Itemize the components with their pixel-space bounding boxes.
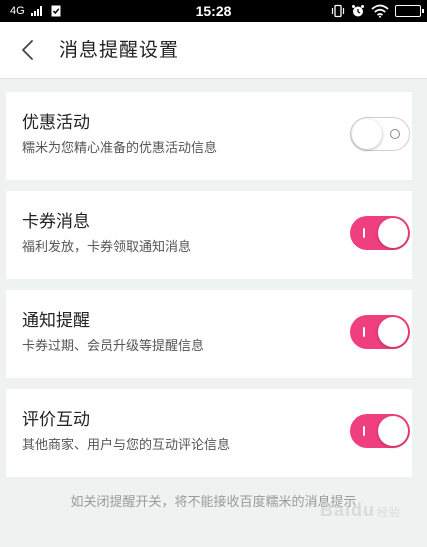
wifi-icon (371, 4, 389, 18)
footer-note: 如关闭提醒开关，将不能接收百度糯米的消息提示 (70, 495, 357, 510)
setting-title: 优惠活动 (22, 113, 90, 133)
battery-icon (395, 5, 424, 17)
setting-description: 糯米为您精心准备的优惠活动信息 (22, 141, 218, 156)
setting-card-review-interactions: 评价互动 其他商家、用户与您的互动评论信息 (6, 389, 412, 477)
toggle-knob (378, 416, 408, 446)
setting-description: 其他商家、用户与您的互动评论信息 (22, 438, 231, 453)
status-right (331, 3, 424, 19)
notification-reminders-toggle[interactable] (350, 315, 410, 349)
toggle-on-indicator-icon (363, 228, 365, 238)
toggle-knob (352, 119, 382, 149)
review-interactions-toggle[interactable] (350, 414, 410, 448)
setting-card-coupon-messages: 卡券消息 福利发放，卡券领取通知消息 (6, 191, 412, 279)
status-bar: 4G 15:28 (0, 0, 427, 22)
setting-title: 通知提醒 (22, 311, 90, 331)
toggle-off-indicator-icon (390, 129, 400, 139)
header: 消息提醒设置 (0, 22, 427, 79)
back-chevron-icon[interactable] (14, 36, 42, 64)
toggle-knob (378, 218, 408, 248)
setting-title: 卡券消息 (22, 212, 90, 232)
vibrate-icon (331, 4, 345, 18)
toggle-on-indicator-icon (363, 327, 365, 337)
alarm-icon (352, 5, 364, 17)
coupon-messages-toggle[interactable] (350, 216, 410, 250)
setting-title: 评价互动 (22, 410, 90, 430)
toggle-knob (378, 317, 408, 347)
setting-description: 福利发放，卡券领取通知消息 (22, 240, 192, 255)
toggle-on-indicator-icon (363, 426, 365, 436)
promotions-toggle[interactable] (350, 117, 410, 151)
setting-description: 卡券过期、会员升级等提醒信息 (22, 339, 205, 354)
setting-card-notification-reminders: 通知提醒 卡券过期、会员升级等提醒信息 (6, 290, 412, 378)
page-title: 消息提醒设置 (59, 39, 180, 61)
setting-card-promotions: 优惠活动 糯米为您精心准备的优惠活动信息 (6, 92, 412, 180)
